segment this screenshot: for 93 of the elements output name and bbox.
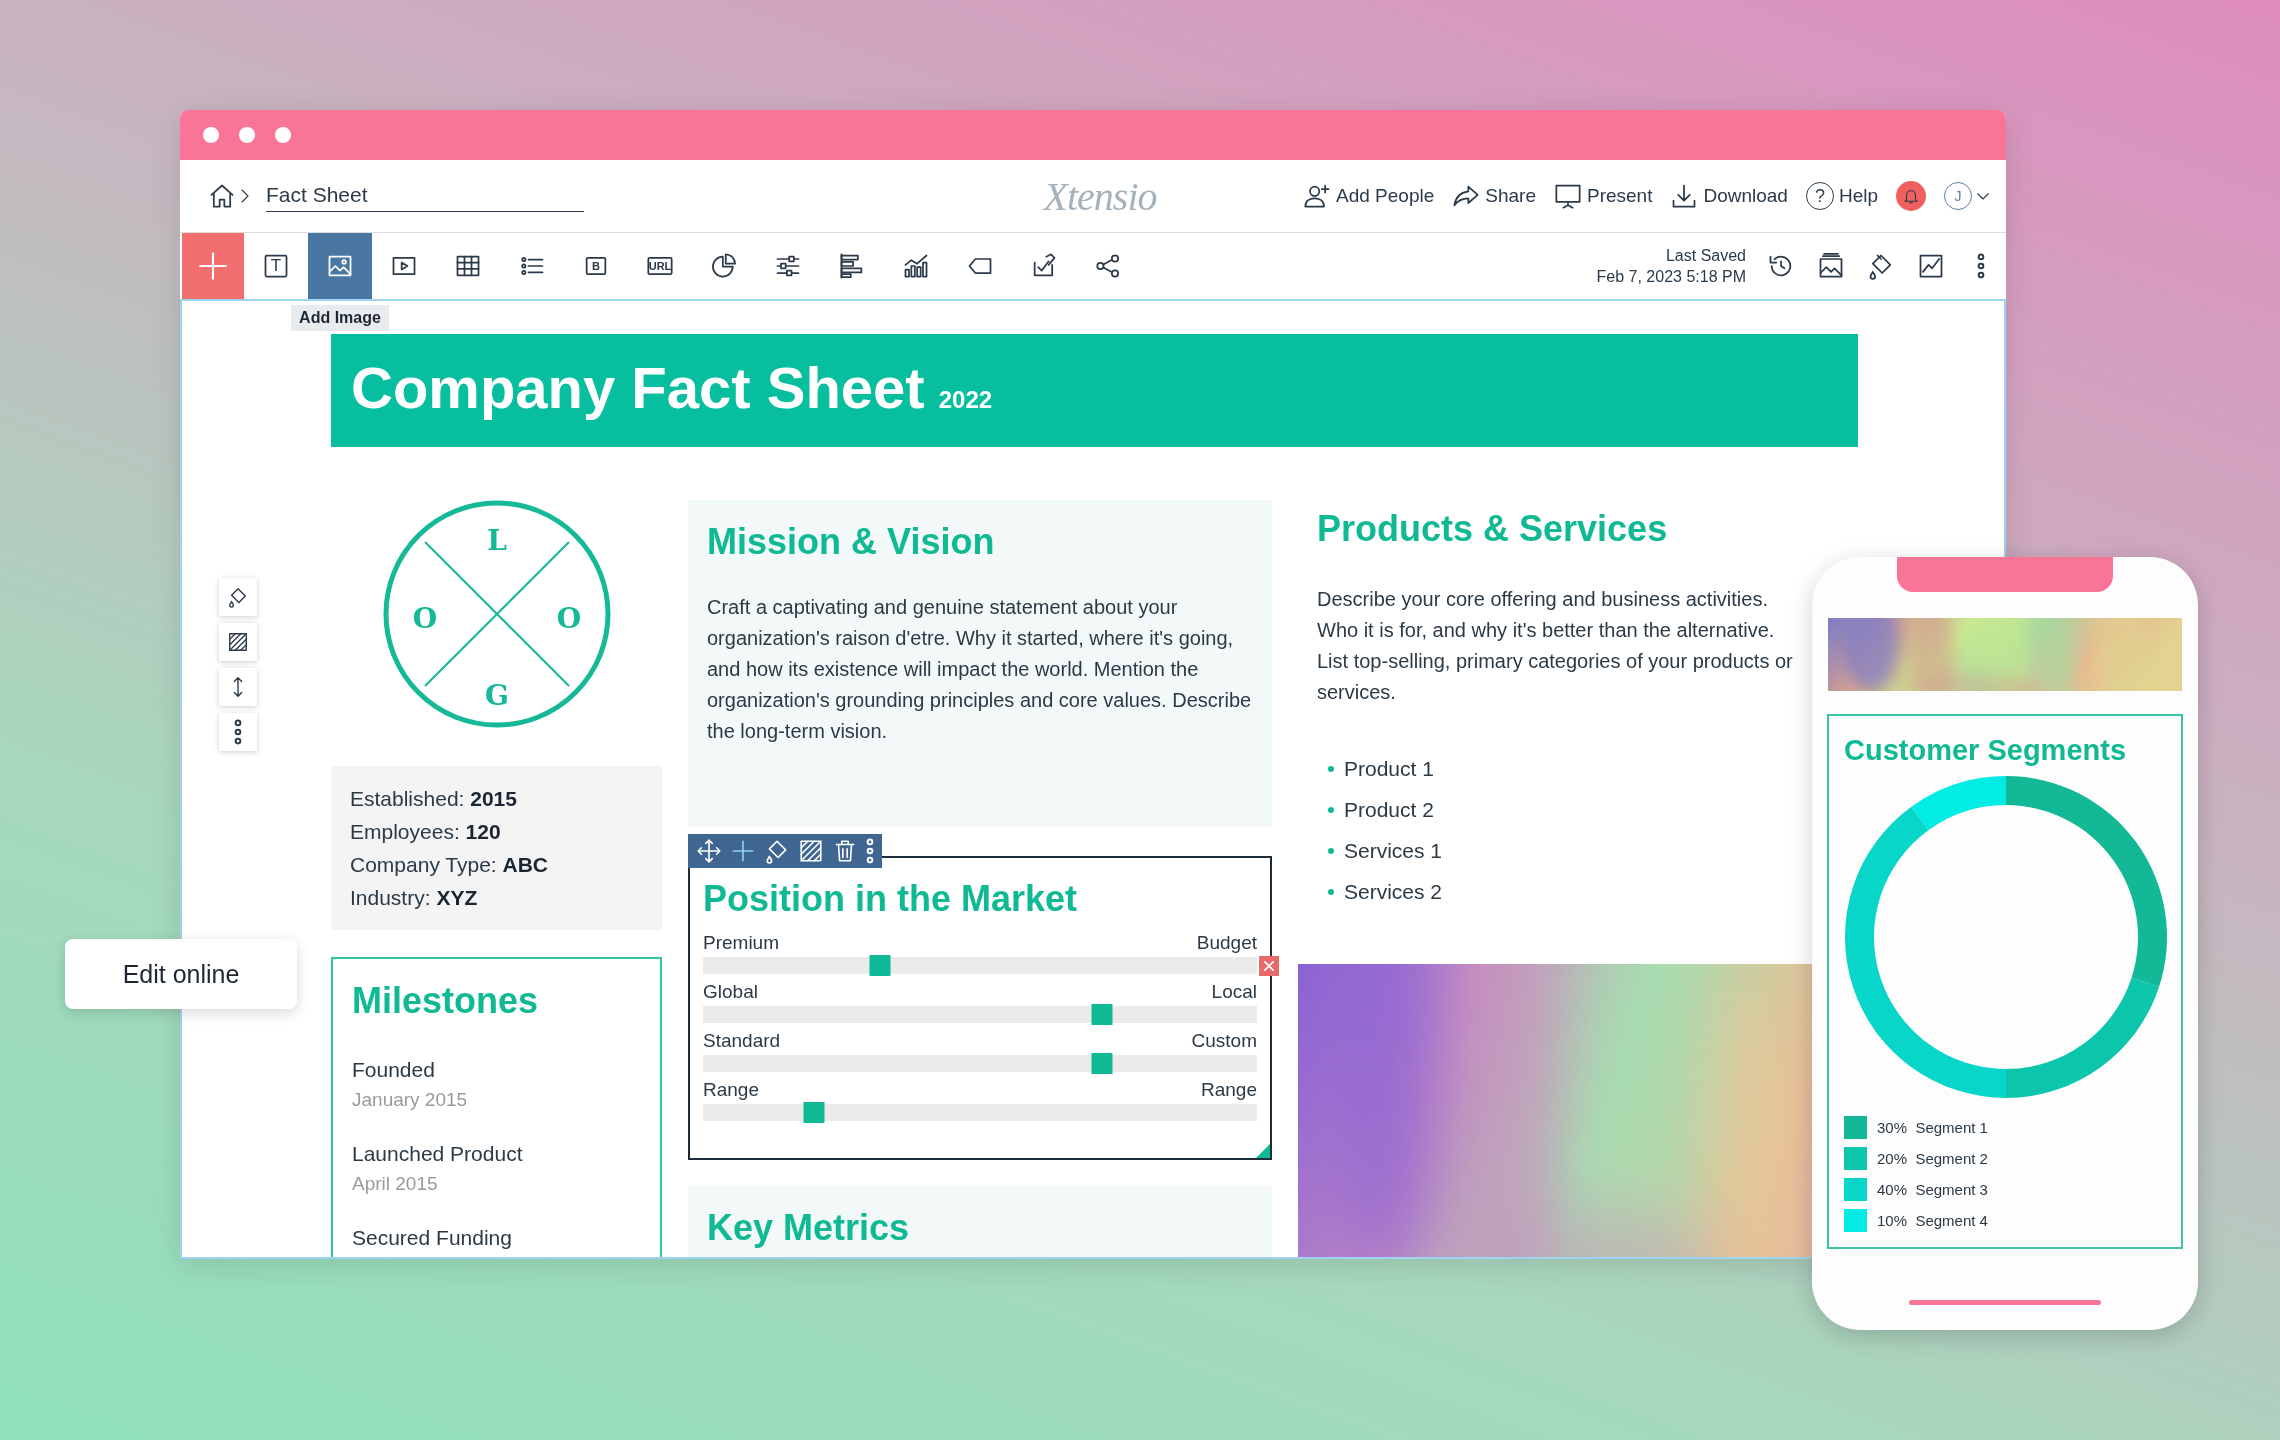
milestone-date: April 2015 (352, 1172, 439, 1196)
close-icon (1262, 959, 1276, 973)
legend-label: 30% Segment 1 (1877, 1119, 1988, 1136)
plus-icon[interactable] (730, 838, 756, 864)
hatch-icon[interactable] (798, 838, 824, 864)
slider-label: Local (1211, 980, 1257, 1004)
header-action[interactable]: Add People (1303, 182, 1435, 210)
tooltip: Add Image (291, 305, 389, 331)
fact-line: Industry: XYZ (350, 885, 479, 911)
bullet-icon (1328, 847, 1334, 854)
product-item: Product 1 (1344, 756, 1434, 781)
title-field[interactable]: Fact Sheet (266, 180, 584, 212)
bullet-icon (1328, 765, 1334, 772)
window-dot[interactable] (239, 127, 255, 143)
share-nodes-icon (1094, 252, 1122, 280)
fact-line: Employees: 120 (350, 819, 502, 845)
notification-button[interactable] (1896, 181, 1926, 211)
slider-thumb[interactable] (869, 955, 891, 976)
fact-line: Company Type: ABC (350, 852, 550, 878)
window-dot[interactable] (203, 127, 219, 143)
paint-bucket-icon (227, 586, 249, 608)
slider-label: Custom (1191, 1029, 1257, 1053)
document-title: Company Fact Sheet (351, 354, 925, 422)
hatch-icon (227, 631, 249, 653)
milestone-name: Founded (352, 1057, 436, 1083)
logo-letter: G (484, 679, 509, 712)
resize-handle[interactable] (1256, 1144, 1270, 1158)
section-heading: Mission & Vision (707, 520, 996, 564)
header-action[interactable]: ? Help (1805, 182, 1878, 210)
pie-chart-icon (710, 252, 738, 280)
logo-letter: L (486, 524, 507, 557)
product-item: Services 1 (1344, 838, 1443, 863)
last-saved-label: Last Saved (1665, 246, 1746, 266)
slider-track[interactable] (703, 1104, 1257, 1121)
section-heading: Milestones (352, 979, 540, 1023)
milestone-date: January 2015 (352, 1088, 469, 1112)
move-icon[interactable] (696, 838, 722, 864)
line-chart-icon[interactable] (1917, 252, 1945, 280)
slider-label: Range (1201, 1078, 1257, 1102)
home-icon[interactable] (208, 182, 236, 210)
slider-track[interactable] (703, 1006, 1257, 1023)
mission-text: Craft a captivating and genuine statement about your organization's raison d'etre. Why it started, where it's going, and how its existence will impact the world. Mention the organization's grounding principles and core values. Describe the long-term vision. (707, 595, 1253, 744)
more-icon[interactable] (866, 838, 874, 864)
slider-label: Range (703, 1078, 759, 1102)
section-heading: Key Metrics (707, 1206, 911, 1250)
logo-letter: O (412, 602, 437, 635)
more-button[interactable] (219, 713, 257, 751)
slider-label: Budget (1196, 931, 1257, 955)
legend-label: 40% Segment 3 (1877, 1181, 1988, 1198)
logo-letter: O (556, 602, 581, 635)
slider-thumb[interactable] (803, 1102, 825, 1123)
header-action[interactable]: Download (1670, 182, 1788, 210)
pattern-button[interactable] (219, 623, 257, 661)
column-chart-icon (902, 252, 930, 280)
toolbar-button[interactable]: B (564, 233, 628, 299)
chart-title: Customer Segments (1844, 733, 2127, 768)
last-saved-time: Feb 7, 2023 5:18 PM (1596, 267, 1746, 287)
toolbar-button[interactable]: URL (628, 233, 692, 299)
slider-label: Premium (703, 931, 779, 955)
add-button[interactable] (182, 233, 244, 299)
slider-track[interactable] (703, 1055, 1257, 1072)
header-action[interactable]: Present (1553, 182, 1653, 210)
delete-button[interactable] (1259, 956, 1279, 976)
text-box-icon (262, 252, 290, 280)
fact-line: Established: 2015 (350, 786, 518, 812)
legend-label: 20% Segment 2 (1877, 1150, 1988, 1167)
window-dot[interactable] (275, 127, 291, 143)
milestone-name: Launched Product (352, 1141, 524, 1167)
section-heading: Position in the Market (703, 877, 1079, 921)
header-action[interactable]: Share (1452, 182, 1536, 210)
images-icon[interactable] (1817, 252, 1845, 280)
style-button[interactable] (219, 578, 257, 616)
edit-online-button[interactable]: Edit online (65, 939, 297, 1009)
legend-label: 10% Segment 4 (1877, 1212, 1988, 1229)
bullet-icon (1328, 806, 1334, 813)
screen-icon (1553, 182, 1582, 210)
plus-icon (196, 249, 230, 283)
document-year: 2022 (938, 386, 993, 414)
product-item: Services 2 (1344, 879, 1443, 904)
products-text: Describe your core offering and business activities. Who it is for, and why it's better than the alternative. List top-selling, primary categories of your products or services. (1316, 587, 1794, 705)
add-person-icon (1303, 182, 1331, 210)
spacing-button[interactable] (219, 668, 257, 706)
slider-thumb[interactable] (1091, 1053, 1113, 1074)
slider-label: Global (703, 980, 758, 1004)
slider-label: Standard (703, 1029, 781, 1053)
more-icon[interactable] (1977, 253, 1985, 279)
bullet-icon (1328, 888, 1334, 895)
slider-thumb[interactable] (1091, 1004, 1113, 1025)
bell-icon (1902, 187, 1920, 205)
milestone-name: Secured Funding (352, 1225, 513, 1251)
more-icon (234, 719, 242, 745)
section-heading: Products & Services (1316, 507, 1669, 551)
product-item: Product 2 (1344, 797, 1434, 822)
